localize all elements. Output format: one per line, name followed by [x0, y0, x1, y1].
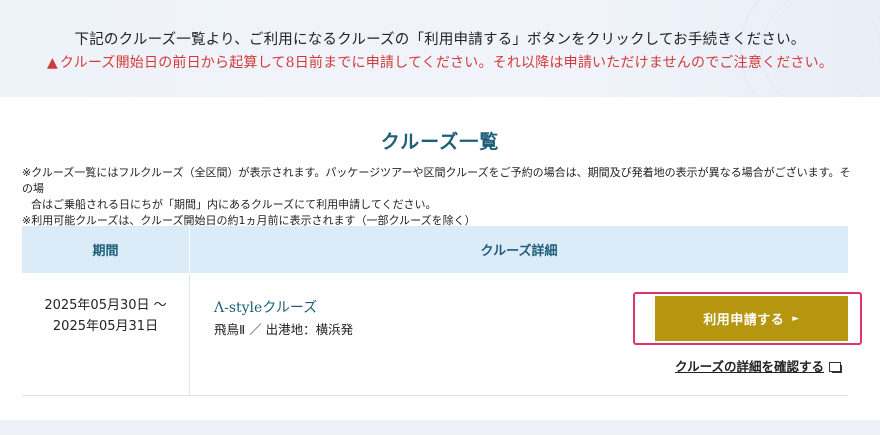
header-detail: クルーズ詳細	[480, 244, 558, 259]
intro-warning: ▲ クルーズ開始日の前日から起算して8日前までに申請してください。それ以降は申請い…	[0, 52, 880, 72]
section-title: クルーズ一覧	[380, 131, 500, 153]
table-header: 期間 クルーズ詳細	[22, 226, 848, 273]
intro-instruction: 下記のクルーズ一覧より、ご利用になるクルーズの「利用申請する」ボタンをクリックし…	[74, 32, 806, 48]
new-window-icon	[829, 362, 843, 373]
page-bottom-band	[0, 420, 880, 435]
period-start: 2025年05月30日 ～	[44, 298, 167, 313]
warning-triangle-icon: ▲	[46, 55, 58, 71]
note-line: 合はご乗船される日にちが「期間」内にあるクルーズにて利用申請してください。	[31, 198, 437, 211]
play-triangle-icon: ►	[792, 313, 800, 324]
cruise-name: Λ-styleクルーズ	[214, 300, 318, 316]
apply-button-label: 利用申請する	[703, 313, 785, 328]
cruise-detail-link-label: クルーズの詳細を確認する	[675, 359, 825, 374]
header-period: 期間	[22, 226, 190, 273]
period-end: 2025年05月31日	[52, 319, 159, 334]
intro-warning-text: クルーズ開始日の前日から起算して8日前までに申請してください。それ以降は申請いた…	[59, 55, 834, 71]
notes: ※クルーズ一覧にはフルクルーズ（全区間）が表示されます。パッケージツアーや区間ク…	[22, 165, 852, 229]
cruise-info: 飛鳥Ⅱ ／ 出港地：横浜発	[214, 322, 354, 337]
cruise-detail-link[interactable]: クルーズの詳細を確認する	[675, 356, 843, 375]
note-line: ※クルーズ一覧にはフルクルーズ（全区間）が表示されます。パッケージツアーや区間ク…	[22, 166, 851, 195]
period-cell: 2025年05月30日 ～ 2025年05月31日	[22, 273, 190, 395]
apply-button[interactable]: 利用申請する ►	[655, 296, 848, 341]
